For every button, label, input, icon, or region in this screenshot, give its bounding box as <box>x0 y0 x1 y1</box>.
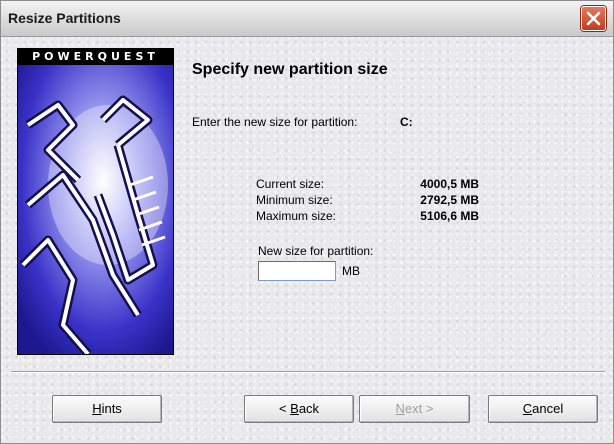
powerquest-logo: POWERQUEST <box>18 49 173 65</box>
minimum-size-label: Minimum size: <box>256 193 333 207</box>
resize-partitions-dialog: Resize Partitions POWERQUEST Specify new… <box>0 0 614 444</box>
window-title: Resize Partitions <box>8 10 121 26</box>
button-separator <box>11 371 605 373</box>
new-size-label: New size for partition: <box>258 244 374 258</box>
maximum-size-value: 5106,6 MB <box>420 209 479 223</box>
new-size-unit: MB <box>342 264 360 278</box>
hints-button[interactable]: Hints <box>52 395 162 423</box>
partition-prompt: Enter the new size for partition: <box>192 115 358 129</box>
next-button[interactable]: Next > <box>359 395 470 423</box>
back-label-pre: < <box>278 401 291 416</box>
cancel-button[interactable]: Cancel <box>488 395 598 423</box>
close-button[interactable] <box>581 6 606 31</box>
current-size-value: 4000,5 MB <box>420 177 479 191</box>
minimum-size-value: 2792,5 MB <box>420 193 479 207</box>
hints-label-mnemonic: H <box>92 401 102 416</box>
new-size-input[interactable] <box>258 261 336 281</box>
cancel-label-post: ancel <box>532 401 564 416</box>
page-heading: Specify new partition size <box>192 61 388 78</box>
maximum-size-label: Maximum size: <box>256 209 337 223</box>
powerquest-banner: POWERQUEST <box>17 48 174 355</box>
hints-label-post: ints <box>101 401 122 416</box>
next-label-mnemonic: N <box>395 401 405 416</box>
back-button[interactable]: < Back <box>244 395 354 423</box>
banner-artwork <box>18 65 173 354</box>
next-label-post: ext > <box>404 401 434 416</box>
back-label-post: ack <box>298 401 320 416</box>
cancel-label-mnemonic: C <box>522 401 533 416</box>
title-bar[interactable]: Resize Partitions <box>1 1 613 37</box>
back-label-mnemonic: B <box>290 401 299 416</box>
current-size-label: Current size: <box>256 177 325 191</box>
close-icon <box>586 11 601 26</box>
drive-letter: C: <box>400 115 413 129</box>
